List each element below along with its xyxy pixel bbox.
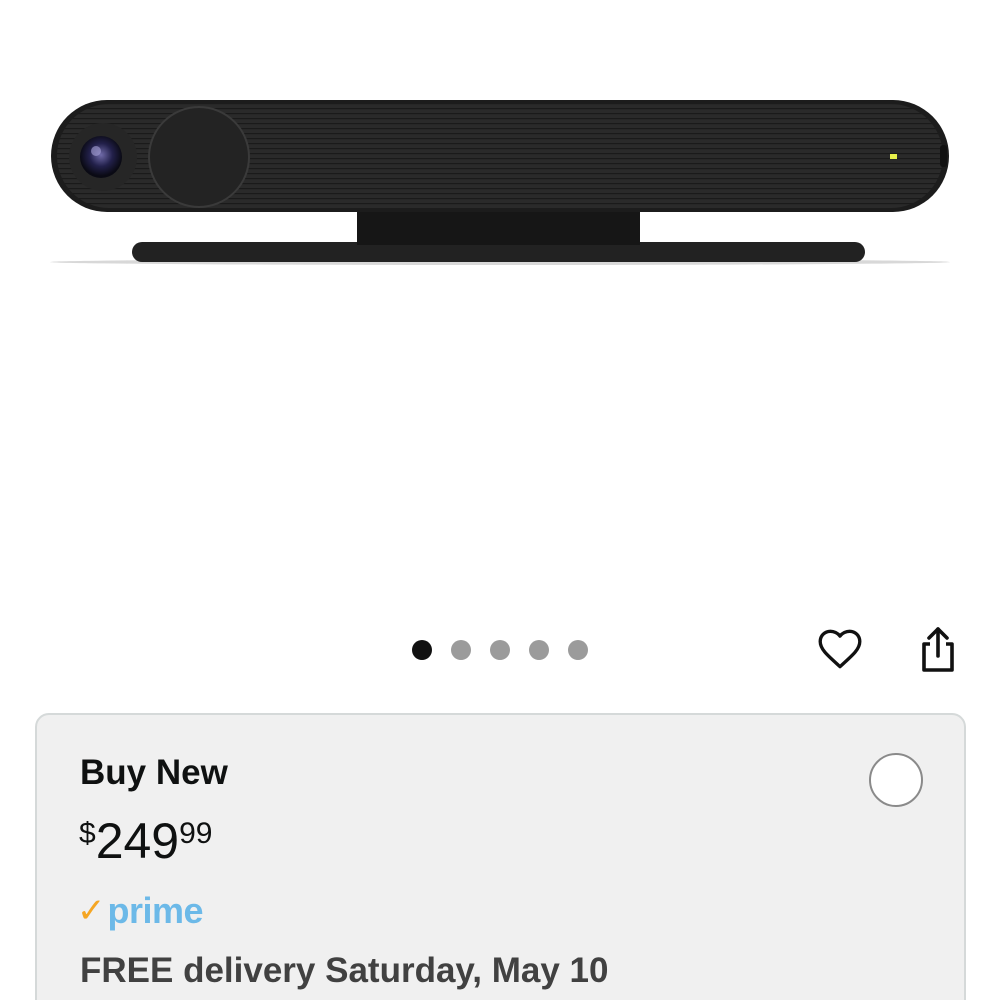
carousel-dot-2[interactable] <box>451 640 471 660</box>
wishlist-button[interactable] <box>812 621 868 677</box>
carousel-dot-1[interactable] <box>412 640 432 660</box>
carousel-dot-4[interactable] <box>529 640 549 660</box>
buy-new-radio[interactable] <box>869 753 923 807</box>
product-photo <box>50 100 950 265</box>
buy-new-box[interactable]: Buy New $ 249 99 ✓ prime FREE delivery S… <box>35 713 966 1000</box>
carousel-dot-5[interactable] <box>568 640 588 660</box>
price-whole: 249 <box>95 813 180 869</box>
product-image[interactable] <box>0 0 1000 600</box>
prime-check-icon: ✓ <box>77 892 106 930</box>
prime-badge: ✓ prime <box>77 890 204 931</box>
image-carousel-dots <box>412 640 588 660</box>
delivery-info: FREE delivery Saturday, May 10 <box>80 951 609 990</box>
share-icon <box>922 627 954 672</box>
carousel-dot-3[interactable] <box>490 640 510 660</box>
buy-new-title: Buy New <box>80 753 228 792</box>
heart-icon <box>818 629 862 669</box>
price-currency: $ <box>79 817 96 850</box>
prime-label: prime <box>107 890 204 931</box>
share-button[interactable] <box>910 622 966 678</box>
price: $ 249 99 <box>79 811 213 871</box>
price-fraction: 99 <box>179 817 213 850</box>
